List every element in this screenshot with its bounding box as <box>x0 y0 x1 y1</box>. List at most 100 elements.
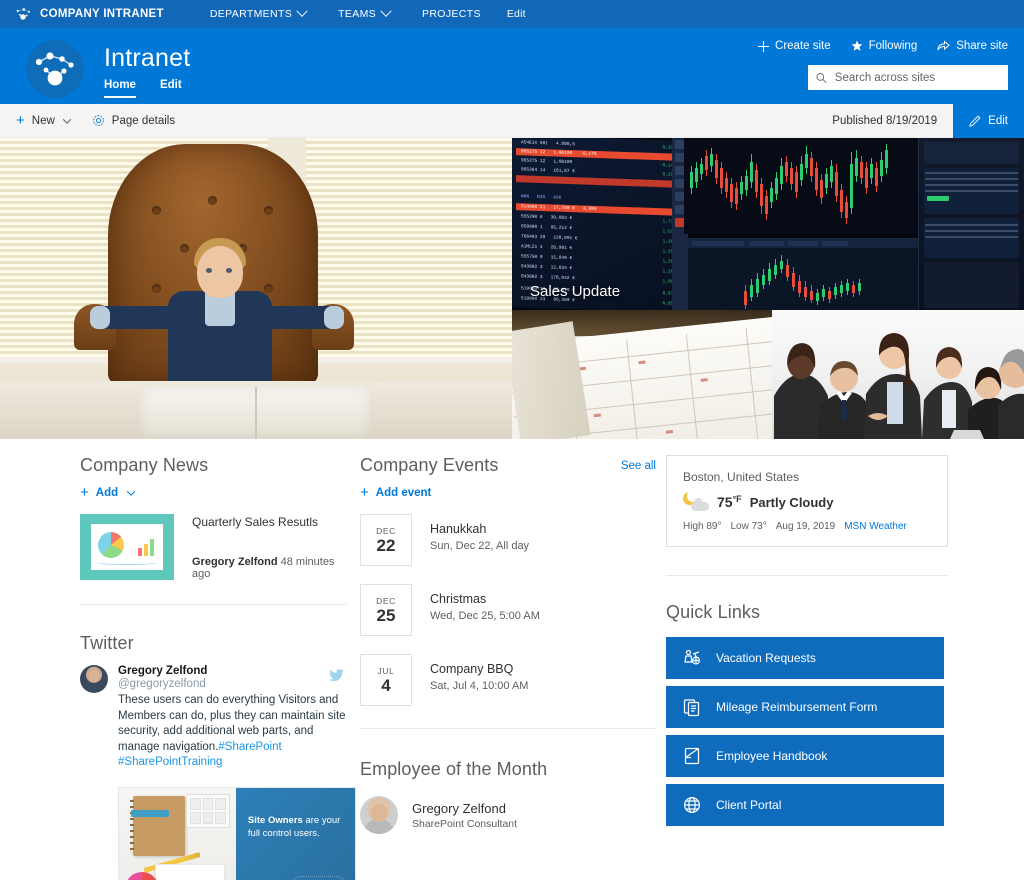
quick-link-mileage-reimbursement[interactable]: Mileage Reimbursement Form <box>666 686 944 728</box>
following-button[interactable]: Following <box>851 40 918 52</box>
weather-city: Boston, United States <box>683 470 800 484</box>
tweet-card-photo <box>119 787 236 880</box>
event-date-badge: DEC 25 <box>360 584 412 636</box>
site-nav-item-edit[interactable]: Edit <box>160 79 182 98</box>
tweet-hashtag-2[interactable]: #SharePointTraining <box>118 756 222 768</box>
page-details-label: Page details <box>111 114 176 127</box>
quick-link-label: Client Portal <box>716 798 782 812</box>
share-site-label: Share site <box>956 40 1008 52</box>
tweet-author-handle: @gregoryzelfond <box>118 678 206 690</box>
hero-caption-sales-update: Sales Update <box>530 283 621 300</box>
share-icon <box>937 40 950 51</box>
add-event-button[interactable]: + Add event <box>360 485 656 500</box>
sharepoint-logo-icon[interactable] <box>14 6 32 22</box>
plus-icon: + <box>16 112 25 129</box>
weather-condition: Partly Cloudy <box>749 494 834 510</box>
site-nav-label: Home <box>104 79 136 91</box>
site-network-logo-icon[interactable] <box>26 40 84 98</box>
baby-head <box>197 246 243 298</box>
baby-cuff-right <box>324 306 344 329</box>
tweet-hashtag-1[interactable]: #SharePoint <box>218 741 281 753</box>
plus-icon: + <box>80 484 89 501</box>
event-title: Christmas <box>430 592 487 606</box>
twitter-title: Twitter <box>80 633 134 653</box>
site-header-actions: Create site Following Share site <box>758 40 1008 52</box>
tweet[interactable]: Gregory Zelfond @gregoryzelfond These us… <box>80 663 346 771</box>
site-nav-item-home[interactable]: Home <box>104 79 136 98</box>
hero-tile-office-baby[interactable] <box>0 138 512 439</box>
new-button[interactable]: + New <box>16 112 72 129</box>
see-all-events-link[interactable]: See all <box>621 455 656 472</box>
news-item[interactable]: Quarterly Sales Resutls Gregory Zelfond … <box>80 514 346 580</box>
event-when: Sat, Jul 4, 10:00 AM <box>430 680 529 692</box>
plus-icon: + <box>360 484 369 501</box>
event-day: 4 <box>381 675 391 695</box>
handbook-icon <box>682 746 702 766</box>
event-list-item[interactable]: JUL 4 Company BBQ Sat, Jul 4, 10:00 AM <box>360 654 656 706</box>
column-middle: Company Events See all + Add event DEC 2… <box>360 455 666 880</box>
tweet-card-image[interactable]: Site Owners are your full control users.… <box>118 786 356 880</box>
search-box[interactable] <box>808 65 1008 90</box>
site-nav: Home Edit <box>104 79 190 98</box>
chevron-down-icon <box>62 114 72 124</box>
copy-document-icon <box>682 697 702 717</box>
suite-nav-item-projects[interactable]: PROJECTS <box>406 8 491 20</box>
candlestick-chart-top <box>684 138 918 234</box>
search-input[interactable] <box>834 71 1000 84</box>
suite-nav-item-edit[interactable]: Edit <box>491 8 536 20</box>
published-status: Published 8/19/2019 <box>832 115 938 127</box>
divider-events-employee <box>360 728 656 729</box>
suite-nav: DEPARTMENTS TEAMS PROJECTS Edit <box>194 5 536 20</box>
quick-link-employee-handbook[interactable]: Employee Handbook <box>666 735 944 777</box>
create-site-label: Create site <box>775 40 831 52</box>
quick-link-label: Employee Handbook <box>716 749 828 763</box>
quick-link-vacation-requests[interactable]: Vacation Requests <box>666 637 944 679</box>
quick-link-client-portal[interactable]: Client Portal <box>666 784 944 826</box>
event-list-item[interactable]: DEC 22 Hanukkah Sun, Dec 22, All day <box>360 514 656 566</box>
column-left: Company News + Add Quarterly Sales Resut… <box>0 455 360 880</box>
employee-of-month-title: Employee of the Month <box>360 759 548 779</box>
glasses-illustration <box>289 875 349 880</box>
tweet-card-text-panel: Site Owners are your full control users.… <box>235 787 355 880</box>
edit-page-button[interactable]: Edit <box>953 104 1024 138</box>
event-date-badge: JUL 4 <box>360 654 412 706</box>
employee-of-month-card[interactable]: Gregory Zelfond SharePoint Consultant <box>360 796 656 834</box>
following-label: Following <box>868 40 918 52</box>
candlestick-chart-bottom <box>688 238 918 310</box>
hero-tile-sales-update[interactable]: A54E1X 501 4.888,5 0,33% 965275 12 1,06190-… <box>512 138 1024 310</box>
hero-tile-calendar-notebook[interactable] <box>512 310 772 439</box>
add-news-label: Add <box>95 486 119 499</box>
event-when: Sun, Dec 22, All day <box>430 540 530 552</box>
hero-tile-business-meeting[interactable] <box>772 310 1024 439</box>
suite-nav-label: Edit <box>506 8 526 20</box>
pencil-icon <box>969 115 981 127</box>
suite-nav-item-departments[interactable]: DEPARTMENTS <box>194 5 322 20</box>
suite-nav-item-teams[interactable]: TEAMS <box>322 5 406 20</box>
new-label: New <box>31 114 55 127</box>
employee-name: Gregory Zelfond <box>412 801 506 816</box>
avatar <box>360 796 398 834</box>
suite-nav-label: TEAMS <box>338 8 377 20</box>
company-news-title: Company News <box>80 455 209 475</box>
weather-webpart[interactable]: Boston, United States 75°F Partly Cloudy… <box>666 455 948 547</box>
quick-link-label: Mileage Reimbursement Form <box>716 700 878 714</box>
weather-source-link[interactable]: MSN Weather <box>844 521 907 532</box>
quick-links-list: Vacation Requests Mileage Reimbursement … <box>666 637 1014 826</box>
share-site-button[interactable]: Share site <box>937 40 1008 52</box>
command-bar: + New Page details Published 8/19/2019 E… <box>0 104 1024 138</box>
gear-icon <box>92 115 104 126</box>
yarn-ball <box>125 871 159 880</box>
event-month: DEC <box>376 595 396 606</box>
event-day: 22 <box>376 535 396 555</box>
chevron-down-icon <box>296 5 308 17</box>
employee-role: SharePoint Consultant <box>412 818 518 830</box>
plus-icon <box>758 40 770 52</box>
weather-temp-unit: °F <box>732 494 742 504</box>
page-details-button[interactable]: Page details <box>92 114 175 127</box>
divider-weather-quicklinks <box>666 575 948 576</box>
search-icon <box>816 72 827 83</box>
add-news-button[interactable]: + Add <box>80 485 346 500</box>
create-site-button[interactable]: Create site <box>758 40 831 52</box>
event-list-item[interactable]: DEC 25 Christmas Wed, Dec 25, 5:00 AM <box>360 584 656 636</box>
business-people-figures <box>774 333 1024 439</box>
